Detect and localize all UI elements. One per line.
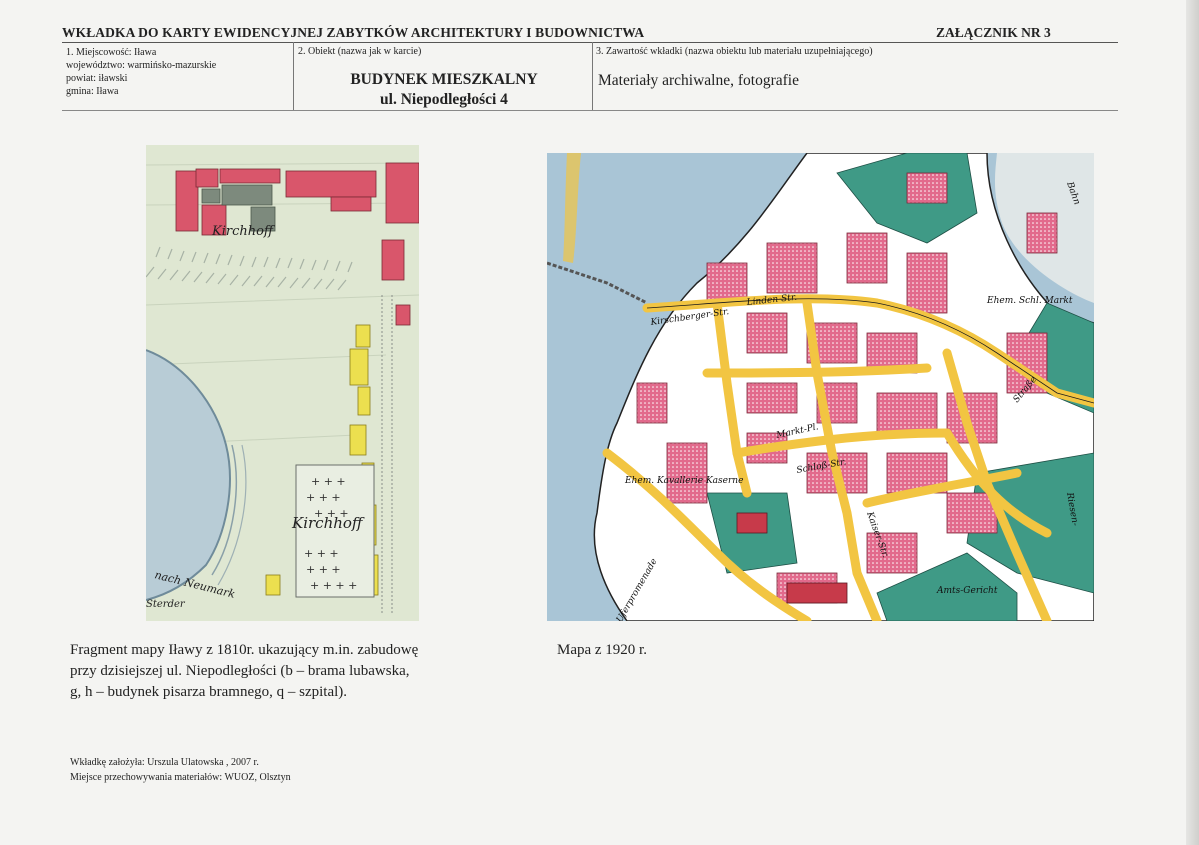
caption-line-2: przy dzisiejszej ul. Niepodległości (b –… [70,663,410,679]
location-cell: 1. Miejscowość: Iława województwo: warmi… [66,46,291,98]
object-street: ul. Niepodległości 4 [380,91,508,108]
object-name-block: BUDYNEK MIESZKALNY ul. Niepodległości 4 [296,70,592,110]
map-1810-caption: Fragment mapy Iławy z 1810r. ukazujący m… [70,640,418,703]
document-page: WKŁADKA DO KARTY EWIDENCYJNEJ ZABYTKÓW A… [0,0,1199,845]
map-1810-drawing: + + ++ + + + + ++ + + + + ++ + + + Kirch… [146,145,419,621]
table-bottom-rule [62,110,1118,111]
svg-text:+ + + +: + + + + [310,579,357,592]
location-commune: gmina: Iława [66,86,119,97]
map-1920: Kirschberger-Str. Linden-Str. Ehem. Schl… [547,153,1094,621]
map2-label-amtsgericht: Amts-Gericht [936,586,998,596]
svg-text:+ + +: + + + [304,547,339,560]
map2-label-kaserne: Ehem. Kavallerie Kaserne [624,476,743,486]
page-edge [1186,0,1199,845]
location-county: powiat: iławski [66,73,128,84]
map2-label-schlmarkt: Ehem. Schl. Markt [986,296,1073,306]
caption-line-3: g, h – budynek pisarza bramnego, q – szp… [70,684,348,700]
location-voivodeship: województwo: warmińsko-mazurskie [66,60,217,71]
footer-author: Wkładkę założyła: Urszula Ulatowska , 20… [70,757,259,768]
cell-divider-2 [592,42,593,110]
footer-storage: Miejsce przechowywania materiałów: WUOZ,… [70,772,291,783]
contents-label: 3. Zawartość wkładki (nazwa obiektu lub … [596,46,873,57]
svg-text:+ + +: + + + [306,563,341,576]
object-name: BUDYNEK MIESZKALNY [350,71,538,88]
cell-divider-1 [293,42,294,110]
caption-line-1: Fragment mapy Iławy z 1810r. ukazujący m… [70,642,419,658]
map-1920-drawing: Kirschberger-Str. Linden-Str. Ehem. Schl… [547,153,1094,621]
svg-text:+ + +: + + + [311,475,346,488]
footer: Wkładkę założyła: Urszula Ulatowska , 20… [70,755,291,785]
contents-value: Materiały archiwalne, fotografie [598,72,799,89]
annex-number: ZAŁĄCZNIK NR 3 [936,25,1051,40]
map1-label-kirchhoff-2: Kirchhoff [291,514,365,532]
map1-label-kirchhoff-1: Kirchhoff [211,224,276,239]
map-1920-caption: Mapa z 1920 r. [557,642,647,658]
location-town: 1. Miejscowość: Iława [66,47,157,58]
map-1810: + + + + + + + + + + + + + + + + + + + Kirch… [146,145,419,621]
document-title: WKŁADKA DO KARTY EWIDENCYJNEJ ZABYTKÓW A… [62,25,645,40]
header-rule [62,42,1118,43]
map1-label-sterder: Sterder [146,599,186,610]
svg-text:+ + +: + + + [306,491,341,504]
object-label: 2. Obiekt (nazwa jak w karcie) [298,46,422,57]
